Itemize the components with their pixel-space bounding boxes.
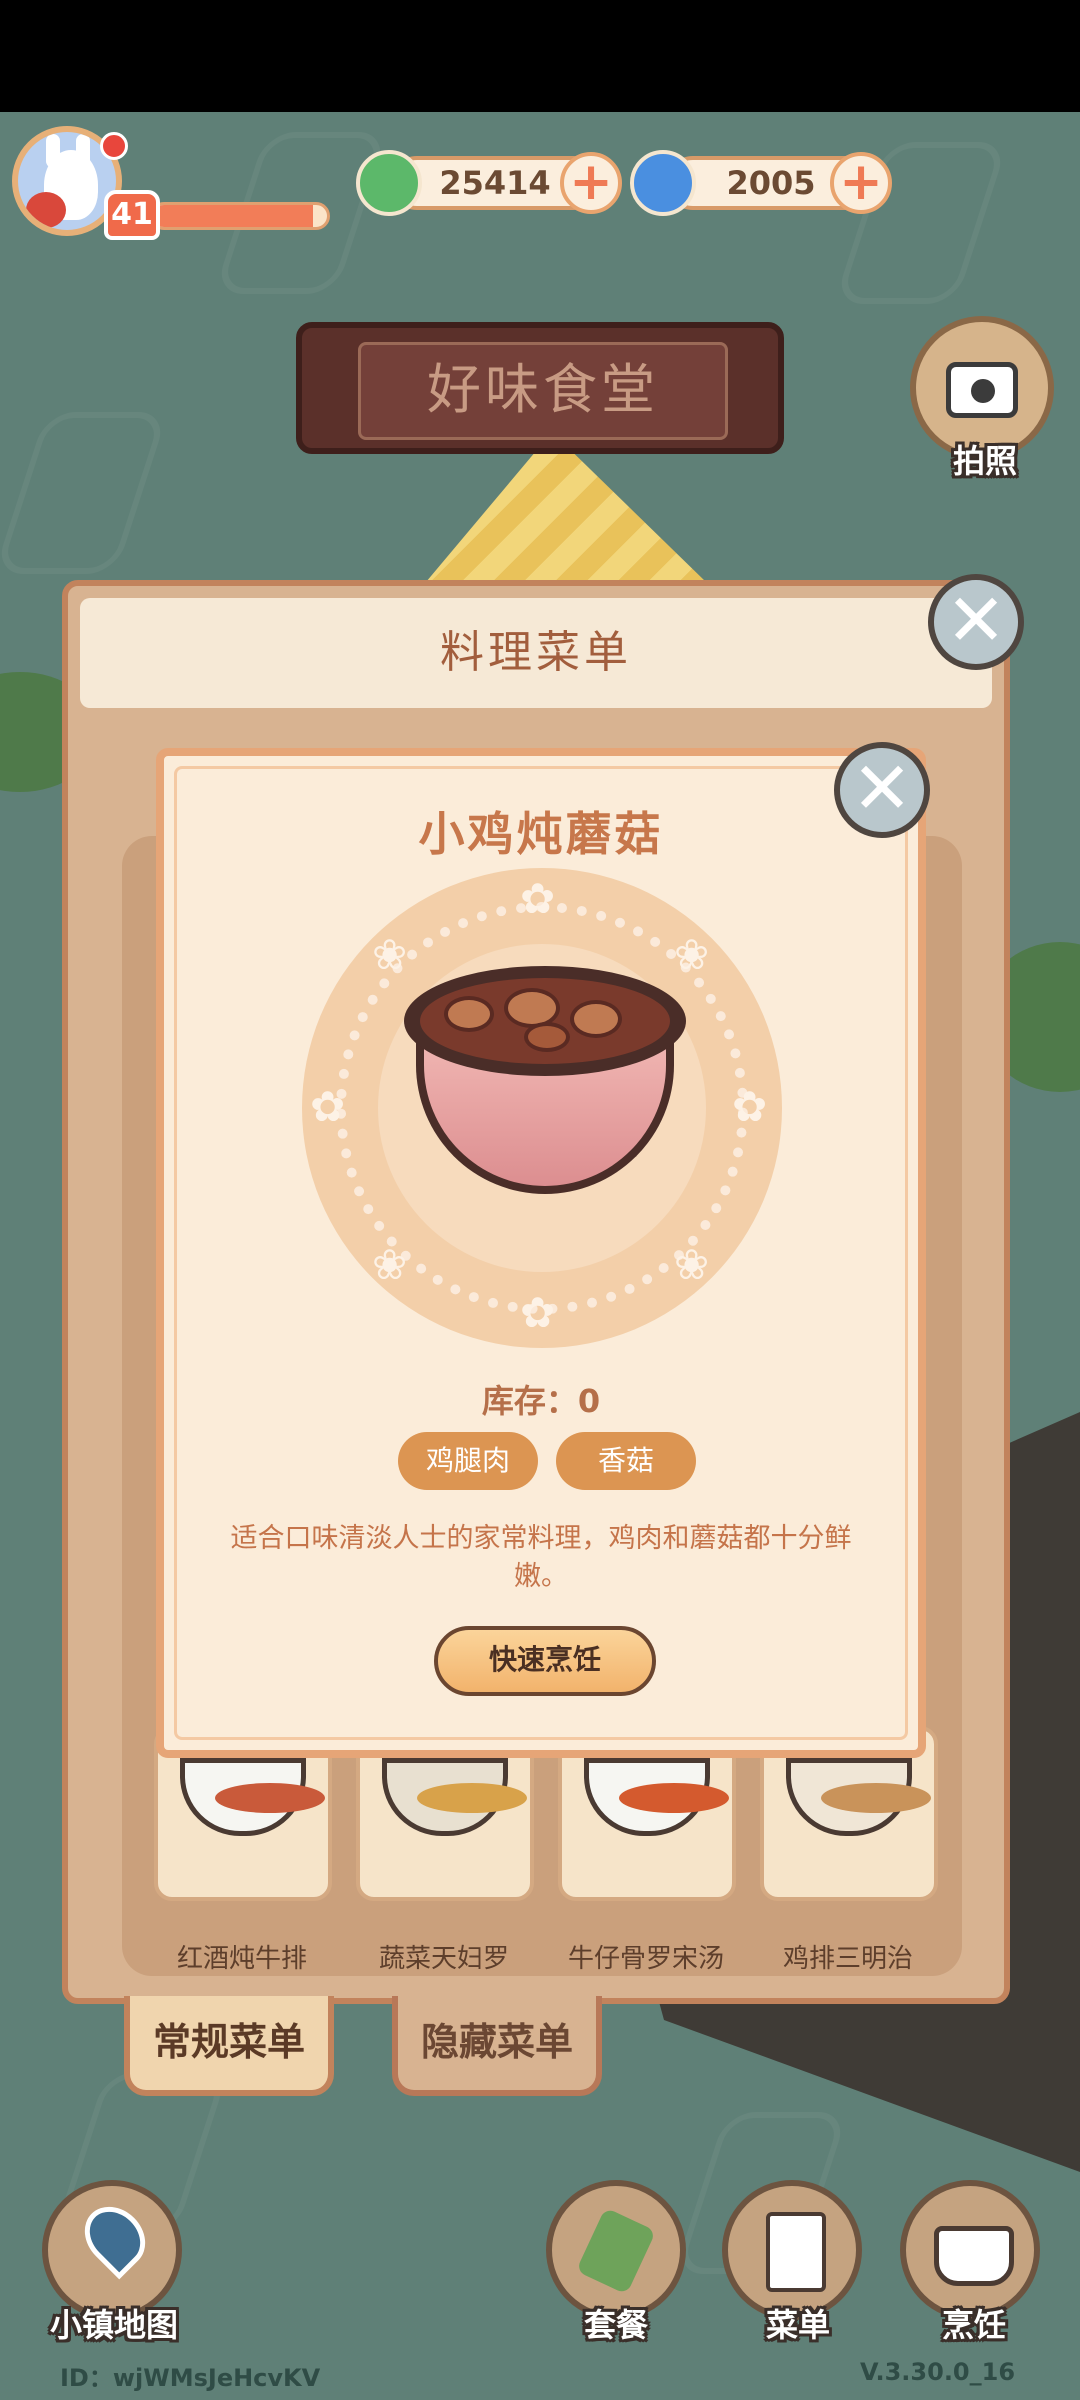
clover-icon — [356, 150, 422, 216]
menu-header: 料理菜单 — [80, 598, 992, 708]
tab-regular-menu[interactable]: 常规菜单 — [124, 1996, 334, 2096]
add-gem-button[interactable]: + — [830, 152, 892, 214]
cook-label: 烹饪 — [941, 2306, 1006, 2344]
menu-close-button[interactable]: ✕ — [928, 574, 1024, 670]
dish-name: 蔬菜天妇罗 — [378, 1944, 509, 1974]
tab-hidden-menu[interactable]: 隐藏菜单 — [392, 1996, 602, 2096]
menu-label: 菜单 — [765, 2306, 830, 2344]
town-map-button[interactable] — [42, 2180, 182, 2320]
popup-close-button[interactable]: ✕ — [834, 742, 930, 838]
spiral-gem-icon — [630, 150, 696, 216]
stock-count: 库存：0 — [481, 1382, 601, 1420]
dish-name: 鸡排三明治 — [782, 1944, 913, 1974]
dish-title: 小鸡炖蘑菇 — [418, 807, 664, 861]
ingredient-tag: 鸡腿肉 — [398, 1432, 538, 1490]
dish-name: 红酒炖牛排 — [176, 1944, 307, 1974]
notification-dot — [100, 132, 128, 160]
status-bar — [0, 0, 1080, 112]
dish-detail-popup: 小鸡炖蘑菇 ✿ ✿ ✿ ✿ ❀ ❀ ❀ ❀ 库存：0 鸡腿肉 香菇 适合口味清淡… — [156, 748, 926, 1758]
pot-icon — [934, 2226, 1014, 2286]
ingredient-tag: 香菇 — [556, 1432, 696, 1490]
map-pin-icon — [72, 2194, 158, 2280]
dish-description: 适合口味清淡人士的家常料理，鸡肉和蘑菇都十分鲜嫩。 — [230, 1523, 852, 1592]
restaurant-sign: 好味食堂 — [296, 322, 784, 454]
app-version: V.3.30.0_16 — [860, 2358, 1016, 2386]
menu-button[interactable] — [722, 2180, 862, 2320]
camera-icon — [946, 362, 1018, 418]
cook-button[interactable] — [900, 2180, 1040, 2320]
add-clover-button[interactable]: + — [560, 152, 622, 214]
level-badge: 41 — [104, 190, 160, 240]
restaurant-name: 好味食堂 — [358, 342, 728, 440]
camera-label: 拍照 — [952, 442, 1017, 480]
xp-progress-bar — [150, 202, 330, 230]
dish-name: 牛仔骨罗宋汤 — [567, 1944, 724, 1974]
clipboard-icon — [766, 2212, 826, 2292]
player-id: ID：wjWMsJeHcvKV — [60, 2364, 321, 2392]
menu-title: 料理菜单 — [440, 627, 632, 678]
set-meal-button[interactable] — [546, 2180, 686, 2320]
skewer-icon — [575, 2207, 657, 2295]
stew-bowl-image — [404, 966, 686, 1198]
quick-cook-button[interactable]: 快速烹饪 — [434, 1626, 656, 1696]
set-meal-label: 套餐 — [583, 2306, 648, 2344]
town-map-label: 小镇地图 — [49, 2306, 178, 2344]
